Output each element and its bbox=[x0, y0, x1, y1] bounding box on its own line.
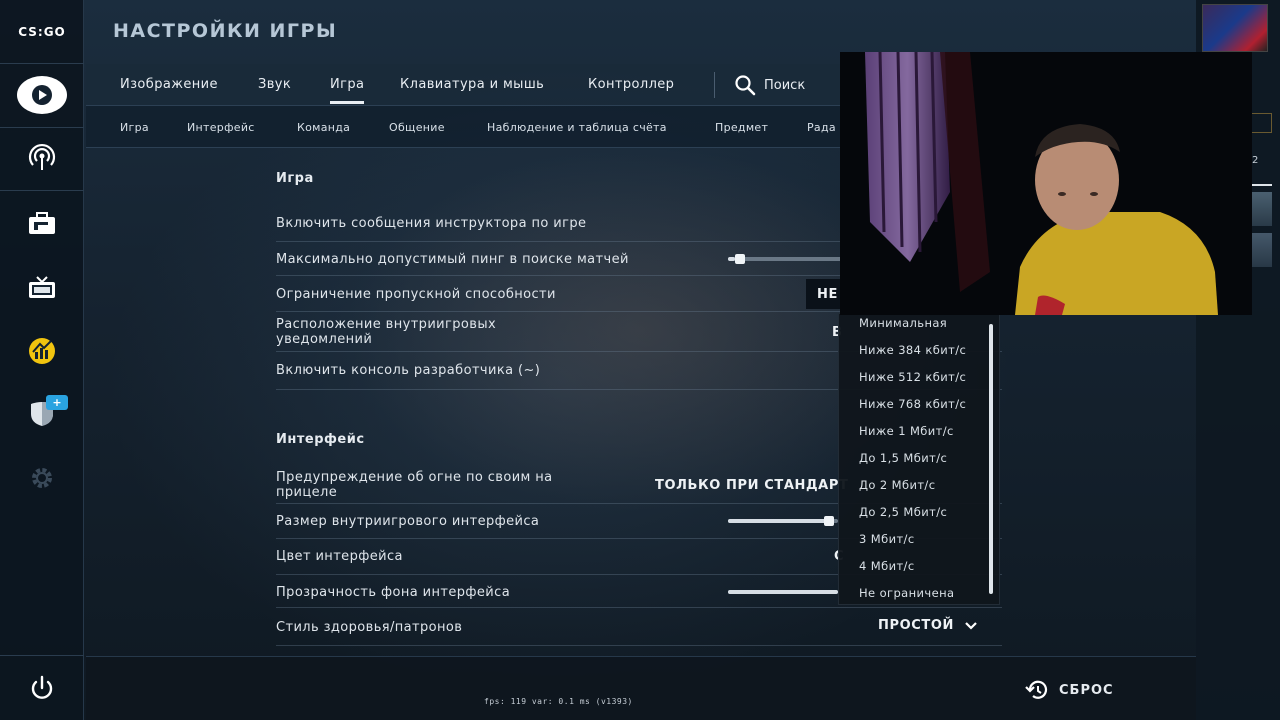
chevron-down-icon bbox=[965, 621, 977, 630]
broadcast-button[interactable] bbox=[18, 134, 66, 182]
page-title: НАСТРОЙКИ ИГРЫ bbox=[113, 20, 338, 42]
setting-label: Цвет интерфейса bbox=[276, 549, 403, 564]
slider-fill bbox=[728, 590, 838, 594]
tab-game[interactable]: Игра bbox=[330, 77, 365, 104]
inventory-icon bbox=[29, 212, 55, 234]
stats-button[interactable] bbox=[18, 327, 66, 375]
health-ammo-style-select[interactable]: ПРОСТОЙ bbox=[878, 618, 978, 633]
reset-button[interactable]: СБРОС bbox=[1025, 679, 1114, 701]
tab-video[interactable]: Изображение bbox=[120, 77, 218, 92]
dropdown-option[interactable]: Ниже 384 кбит/с bbox=[859, 343, 966, 357]
slider-fill bbox=[728, 257, 735, 261]
watch-button[interactable] bbox=[18, 264, 66, 312]
csgo-logo: CS:GO bbox=[0, 0, 84, 64]
subtab-radar[interactable]: Рада bbox=[807, 121, 836, 134]
stats-icon bbox=[29, 338, 55, 364]
dropdown-option[interactable]: До 1,5 Мбит/с bbox=[859, 451, 947, 465]
new-badge: + bbox=[46, 395, 68, 410]
section-title-game: Игра bbox=[276, 171, 314, 186]
dropdown-option[interactable]: Не ограничена bbox=[859, 586, 954, 600]
slider-fill bbox=[728, 519, 827, 523]
hud-scale-slider[interactable] bbox=[728, 516, 838, 526]
watch-tv-icon bbox=[29, 276, 55, 298]
dropdown-option[interactable]: Минимальная bbox=[859, 316, 947, 330]
bandwidth-value: НЕ bbox=[817, 287, 838, 302]
tab-divider bbox=[714, 72, 715, 98]
setting-label: Максимально допустимый пинг в поиске мат… bbox=[276, 252, 629, 267]
bandwidth-dropdown: Минимальная Ниже 384 кбит/с Ниже 512 кби… bbox=[838, 313, 1000, 605]
settings-button[interactable] bbox=[18, 454, 66, 502]
search-label: Поиск bbox=[764, 77, 806, 93]
dropdown-option[interactable]: 3 Мбит/с bbox=[859, 532, 915, 546]
slider-knob[interactable] bbox=[824, 516, 834, 526]
dropdown-option[interactable]: 4 Мбит/с bbox=[859, 559, 915, 573]
tab-controller[interactable]: Контроллер bbox=[588, 77, 674, 92]
dropdown-option[interactable]: До 2 Мбит/с bbox=[859, 478, 935, 492]
power-icon bbox=[31, 675, 53, 699]
subtab-item[interactable]: Предмет bbox=[715, 121, 768, 134]
left-sidebar: CS:GO + bbox=[0, 0, 84, 720]
reset-label: СБРОС bbox=[1059, 682, 1114, 698]
friendly-fire-warning-value[interactable]: ТОЛЬКО ПРИ СТАНДАРТ bbox=[655, 478, 848, 493]
setting-label: Предупреждение об огне по своим на прице… bbox=[276, 470, 553, 500]
setting-label: Стиль здоровья/патронов bbox=[276, 620, 463, 635]
slider-knob[interactable] bbox=[735, 254, 745, 264]
tab-keyboard-mouse[interactable]: Клавиатура и мышь bbox=[400, 77, 544, 92]
partial-label: 2 bbox=[1252, 155, 1259, 166]
fps-readout: fps: 119 var: 0.1 ms (v1393) bbox=[484, 697, 633, 706]
subtab-communication[interactable]: Общение bbox=[389, 121, 445, 134]
inventory-button[interactable] bbox=[18, 200, 66, 248]
subtab-game[interactable]: Игра bbox=[120, 121, 149, 134]
play-icon bbox=[32, 85, 52, 105]
setting-label: Включить сообщения инструктора по игре bbox=[276, 216, 587, 231]
broadcast-icon bbox=[28, 143, 56, 170]
webcam-image bbox=[840, 52, 1252, 315]
subtab-team[interactable]: Команда bbox=[297, 121, 350, 134]
subtab-interface[interactable]: Интерфейс bbox=[187, 121, 255, 134]
search-icon bbox=[735, 75, 756, 96]
setting-label: Размер внутриигрового интерфейса bbox=[276, 514, 540, 529]
rail-divider bbox=[0, 127, 84, 128]
dropdown-option[interactable]: Ниже 512 кбит/с bbox=[859, 370, 966, 384]
max-ping-slider[interactable] bbox=[728, 254, 842, 264]
dropdown-option[interactable]: До 2,5 Мбит/с bbox=[859, 505, 947, 519]
setting-row: Стиль здоровья/патронов ПРОСТОЙ bbox=[276, 608, 1002, 646]
play-button[interactable] bbox=[17, 76, 67, 114]
tab-audio[interactable]: Звук bbox=[258, 77, 291, 92]
section-title-interface: Интерфейс bbox=[276, 432, 365, 447]
dropdown-option[interactable]: Ниже 768 кбит/с bbox=[859, 397, 966, 411]
rail-divider bbox=[0, 190, 84, 191]
gear-icon bbox=[32, 468, 52, 488]
subtab-spectator-scoreboard[interactable]: Наблюдение и таблица счёта bbox=[487, 121, 667, 134]
hud-background-alpha-slider[interactable] bbox=[728, 590, 838, 594]
quit-button[interactable] bbox=[18, 664, 66, 712]
dropdown-option[interactable]: Ниже 1 Мбит/с bbox=[859, 424, 954, 438]
search-button[interactable]: Поиск bbox=[734, 74, 805, 96]
avatar[interactable] bbox=[1202, 4, 1268, 52]
health-ammo-style-value: ПРОСТОЙ bbox=[878, 618, 954, 633]
rail-divider bbox=[0, 655, 84, 656]
setting-label: Включить консоль разработчика (~) bbox=[276, 363, 541, 378]
setting-label: Прозрачность фона интерфейса bbox=[276, 585, 511, 600]
dropdown-scrollbar[interactable] bbox=[989, 324, 993, 594]
setting-label: Ограничение пропускной способности bbox=[276, 287, 556, 302]
webcam-overlay bbox=[840, 52, 1252, 315]
setting-label: Расположение внутриигровых уведомлений bbox=[276, 317, 497, 347]
reset-icon bbox=[1025, 680, 1048, 699]
